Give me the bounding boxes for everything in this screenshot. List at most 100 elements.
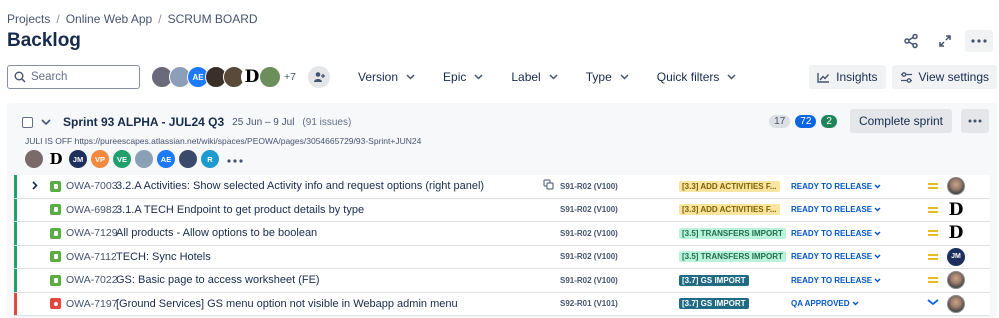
avatar[interactable]: VP bbox=[91, 150, 109, 168]
filter-label: Quick filters bbox=[656, 70, 720, 84]
issue-row[interactable]: OWA-7022 GS: Basic page to access workshe… bbox=[14, 269, 990, 293]
issue-status-stripe bbox=[14, 269, 17, 292]
avatar[interactable]: JM bbox=[69, 150, 87, 168]
issue-row[interactable]: OWA-7112 TECH: Sync Hotels S91-R02 (V100) [… bbox=[14, 245, 990, 269]
chevron-down-icon bbox=[549, 72, 558, 82]
todo-count-badge: 17 bbox=[769, 114, 791, 128]
status-dropdown[interactable]: QA APPROVED bbox=[791, 299, 859, 308]
issue-summary[interactable]: [Ground Services] GS menu option not vis… bbox=[116, 298, 458, 310]
status-dropdown[interactable]: READY TO RELEASE bbox=[791, 252, 881, 261]
toolbar-right: Insights View settings bbox=[809, 65, 997, 89]
issue-list: OWA-7003 3.2.A Activities: Show selected … bbox=[14, 175, 990, 316]
issue-status-stripe bbox=[14, 292, 17, 315]
sprint-select-checkbox[interactable] bbox=[22, 116, 33, 128]
epic-lozenge[interactable]: [3.7] GS IMPORT bbox=[679, 298, 749, 310]
breadcrumb: Projects / Online Web App / SCRUM BOARD bbox=[7, 12, 258, 26]
avatar[interactable]: AE bbox=[157, 150, 175, 168]
issue-key[interactable]: OWA-7129 bbox=[66, 227, 118, 239]
page-title: Backlog bbox=[7, 30, 81, 51]
chevron-down-icon bbox=[872, 205, 881, 214]
filter-type-dropdown[interactable]: Type bbox=[570, 70, 641, 84]
complete-sprint-button[interactable]: Complete sprint bbox=[849, 109, 952, 133]
in-progress-count-badge: 72 bbox=[795, 114, 817, 128]
avatar[interactable] bbox=[25, 150, 43, 168]
epic-lozenge[interactable]: [3.7] GS IMPORT bbox=[679, 274, 749, 286]
type-icon-mark bbox=[53, 230, 58, 236]
more-icon bbox=[968, 119, 982, 123]
filter-label-dropdown[interactable]: Label bbox=[495, 70, 569, 84]
assignee-avatar[interactable]: D bbox=[947, 200, 965, 220]
status-label: READY TO RELEASE bbox=[791, 205, 873, 215]
type-icon-mark bbox=[53, 254, 58, 260]
fix-version: S91-R02 (V100) bbox=[560, 252, 618, 262]
epic-lozenge[interactable]: [3.5] TRANSFERS IMPORT bbox=[679, 227, 786, 239]
more-actions-button[interactable] bbox=[965, 30, 993, 52]
issue-summary[interactable]: All products - Allow options to be boole… bbox=[116, 227, 317, 239]
filter-epic-dropdown[interactable]: Epic bbox=[427, 70, 495, 84]
view-settings-button[interactable]: View settings bbox=[891, 65, 997, 89]
epic-lozenge[interactable]: [3.3] ADD ACTIVITIES F... bbox=[679, 180, 780, 192]
child-issues-icon bbox=[543, 179, 554, 193]
issue-row[interactable]: OWA-7003 3.2.A Activities: Show selected … bbox=[14, 175, 990, 199]
status-dropdown[interactable]: READY TO RELEASE bbox=[791, 205, 881, 214]
assignee-avatar[interactable]: D bbox=[947, 223, 965, 243]
assignee-avatar[interactable]: JM bbox=[947, 247, 965, 266]
sprint-more-button[interactable] bbox=[961, 109, 989, 133]
status-dropdown[interactable]: READY TO RELEASE bbox=[791, 182, 881, 191]
chevron-down-icon[interactable] bbox=[41, 118, 51, 126]
done-count-badge: 2 bbox=[821, 114, 837, 128]
search-icon bbox=[14, 71, 26, 83]
add-people-button[interactable] bbox=[307, 66, 330, 88]
more-icon bbox=[971, 39, 987, 43]
insights-button[interactable]: Insights bbox=[809, 65, 886, 89]
issue-row[interactable]: OWA-7129 All products - Allow options to … bbox=[14, 222, 990, 246]
fullscreen-button[interactable] bbox=[931, 30, 959, 52]
assignee-avatar[interactable] bbox=[947, 271, 965, 290]
issue-key[interactable]: OWA-6982 bbox=[66, 204, 118, 216]
breadcrumb-board[interactable]: SCRUM BOARD bbox=[168, 12, 258, 26]
more-avatars-count[interactable]: +7 bbox=[284, 71, 296, 83]
avatar[interactable]: VE bbox=[113, 150, 131, 168]
chart-line-icon bbox=[817, 72, 830, 83]
filter-version-dropdown[interactable]: Version bbox=[342, 70, 427, 84]
issue-status-stripe bbox=[14, 245, 17, 268]
avatar[interactable] bbox=[135, 150, 153, 168]
story-icon bbox=[50, 180, 61, 192]
chevron-down-icon bbox=[850, 299, 859, 308]
search-input[interactable]: Search bbox=[7, 65, 140, 89]
search-placeholder: Search bbox=[31, 71, 68, 83]
issue-key[interactable]: OWA-7022 bbox=[66, 274, 118, 286]
issue-row[interactable]: OWA-6982 3.1.A TECH Endpoint to get produ… bbox=[14, 198, 990, 222]
status-dropdown[interactable]: READY TO RELEASE bbox=[791, 276, 881, 285]
settings-sliders-icon bbox=[900, 71, 912, 83]
breadcrumb-projects[interactable]: Projects bbox=[7, 12, 50, 26]
filter-quick-filters-dropdown[interactable]: Quick filters bbox=[641, 70, 749, 84]
sprint-issue-count: (91 issues) bbox=[302, 116, 352, 128]
more-avatars-icon[interactable] bbox=[227, 152, 243, 166]
avatar[interactable] bbox=[259, 66, 281, 88]
insights-label: Insights bbox=[836, 70, 878, 84]
issue-key[interactable]: OWA-7197 bbox=[66, 298, 118, 310]
epic-lozenge[interactable]: [3.5] TRANSFERS IMPORT bbox=[679, 251, 786, 263]
assignee-avatar[interactable] bbox=[947, 294, 965, 313]
filter-bar: Version Epic Label Type Quick filters bbox=[342, 70, 748, 84]
issue-row[interactable]: OWA-7197 [Ground Services] GS menu option… bbox=[14, 292, 990, 316]
issue-summary[interactable]: TECH: Sync Hotels bbox=[116, 251, 211, 263]
avatar[interactable]: R bbox=[201, 150, 219, 168]
epic-lozenge[interactable]: [3.3] ADD ACTIVITIES F... bbox=[679, 204, 780, 216]
issue-summary[interactable]: GS: Basic page to access worksheet (FE) bbox=[116, 274, 320, 286]
status-label: READY TO RELEASE bbox=[791, 275, 873, 285]
issue-summary[interactable]: 3.2.A Activities: Show selected Activity… bbox=[116, 180, 484, 192]
status-dropdown[interactable]: READY TO RELEASE bbox=[791, 229, 881, 238]
share-button[interactable] bbox=[897, 30, 925, 52]
avatar[interactable]: D bbox=[47, 150, 65, 168]
issue-key[interactable]: OWA-7003 bbox=[66, 180, 118, 192]
chevron-right-icon[interactable] bbox=[32, 181, 38, 192]
issue-key[interactable]: OWA-7112 bbox=[66, 251, 117, 263]
issue-summary[interactable]: 3.1.A TECH Endpoint to get product detai… bbox=[116, 204, 364, 216]
avatar[interactable] bbox=[179, 150, 197, 168]
sprint-name[interactable]: Sprint 93 ALPHA - JUL24 Q3 bbox=[63, 115, 224, 129]
fix-version: S91-R02 (V100) bbox=[560, 228, 618, 238]
breadcrumb-project[interactable]: Online Web App bbox=[66, 12, 153, 26]
assignee-avatar[interactable] bbox=[947, 177, 965, 196]
